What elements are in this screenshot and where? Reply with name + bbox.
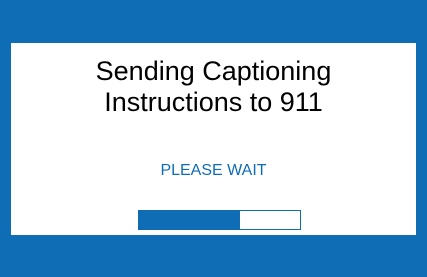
progress-bar-fill bbox=[139, 211, 241, 229]
captioning-screen: Sending Captioning Instructions to 911 P… bbox=[0, 0, 427, 277]
progress-bar bbox=[138, 210, 301, 230]
dialog-title-line1: Sending Captioning bbox=[95, 56, 332, 86]
message-panel: Sending Captioning Instructions to 911 P… bbox=[11, 43, 416, 235]
please-wait-status: PLEASE WAIT bbox=[160, 162, 267, 179]
dialog-title-line2: Instructions to 911 bbox=[104, 87, 323, 117]
dialog-title: Sending Captioning Instructions to 911 bbox=[11, 56, 416, 118]
